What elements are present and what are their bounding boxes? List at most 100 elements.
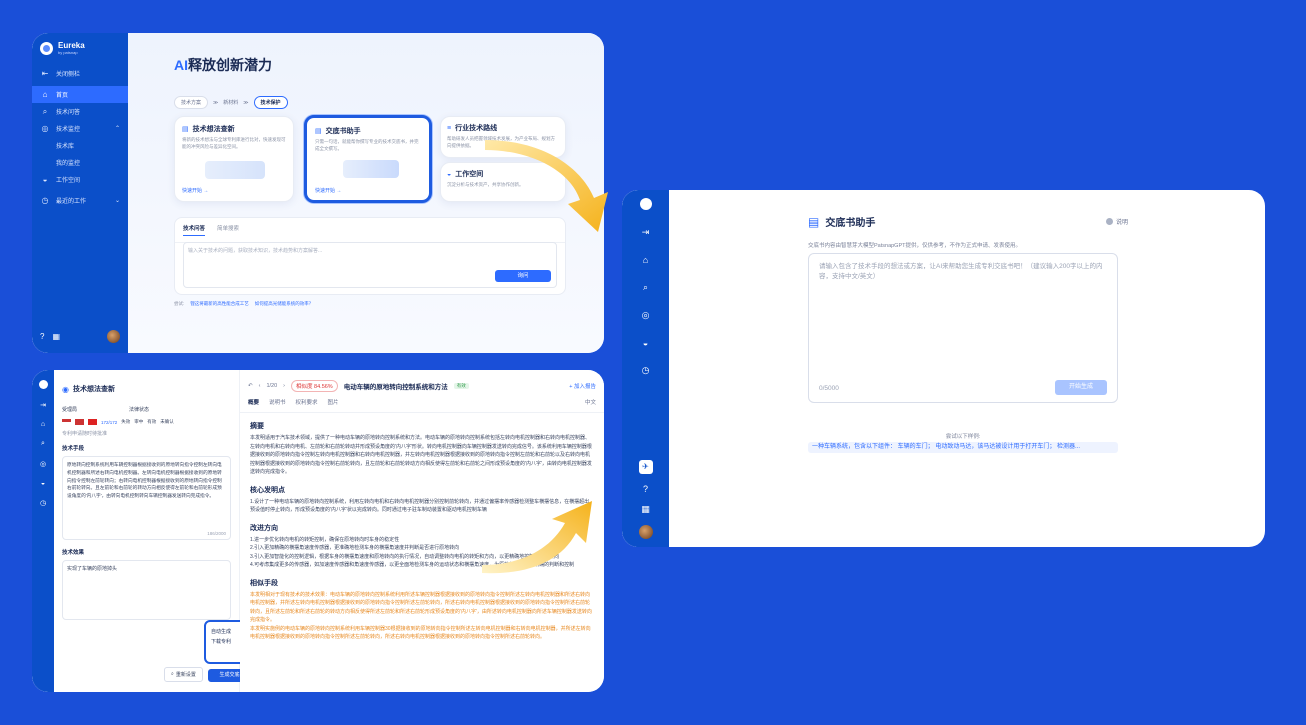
chevron-down-icon: ⌄: [114, 198, 120, 204]
flow-arrow-decoration: [485, 140, 608, 232]
page-headline: AI释放创新潜力: [174, 57, 272, 73]
tab-images[interactable]: 图片: [328, 398, 339, 406]
suggestions: 尝试: 锂这将最新的高性能合成工艺 如何提高光储能系统的效率？: [174, 301, 314, 307]
eureka-logo-icon: [40, 41, 53, 55]
similarity-badge: 相似度 84.56%: [291, 380, 338, 392]
step-sep-icon: ≫: [243, 99, 249, 106]
pin-icon[interactable]: ✈: [638, 460, 653, 474]
doc-title: 电动车辆的原地转向控制系统和方法: [343, 384, 448, 391]
collapse-icon: ⇤: [41, 69, 49, 78]
sidebar: Eureka by patsnap ⇤ 关闭侧栏 ⌂ 首页 ⌕ 技术问答 ◎ 技术监控 ⌃ …: [32, 33, 128, 353]
tech-input[interactable]: 原地转向控制系统利用车辆控制器根据接收到的原地转向指令控制左转向电机控制器和所述…: [62, 456, 231, 540]
ask-button[interactable]: 询问: [495, 270, 551, 282]
radar-icon[interactable]: ◎: [642, 310, 650, 321]
idea-check-title: 技术想法查新: [72, 386, 115, 393]
radar-icon[interactable]: ◎: [40, 460, 46, 468]
workspace-icon: ◒: [42, 175, 48, 184]
prev-icon[interactable]: ‹: [259, 383, 261, 389]
tab-claims[interactable]: 权利要求: [296, 398, 318, 406]
status-filters[interactable]: 172/172 失效 审中 有效 未确认: [54, 417, 239, 427]
sidebar-collapsed: ⇥ ⌂ ⌕ ◎ ◒ ◷ ✈ ? ▦: [622, 190, 669, 547]
tab-summary[interactable]: 概要: [248, 398, 259, 406]
help-icon[interactable]: ?: [40, 332, 44, 341]
generate-button[interactable]: 开始生成: [1055, 380, 1107, 395]
radar-icon: ◎: [41, 124, 49, 133]
home-icon[interactable]: ⌂: [643, 255, 648, 265]
step-breadcrumb: 技术方案 ≫ 新材料 ≫ 技术保护: [174, 96, 288, 109]
workspace-icon: ◒: [447, 170, 452, 178]
search-icon[interactable]: ⌕: [41, 440, 45, 448]
disclosure-illustration: [343, 160, 399, 178]
disclosure-card[interactable]: ▤ 交底书助手 只需一句话，就能帮你撰写专业的技术交底书，并完成全文撰写。 快速开…: [304, 115, 432, 203]
home-icon: ⌂: [42, 90, 48, 99]
apps-grid-icon[interactable]: ▦: [52, 332, 60, 341]
brand-name: Eureka: [58, 41, 85, 50]
try-label: 尝试以下样例:: [945, 434, 981, 440]
info-icon: [1105, 218, 1113, 225]
search-icon: ⌕: [171, 671, 174, 677]
disclosure-panel: ⇥ ⌂ ⌕ ◎ ◒ ◷ ✈ ? ▦ ▤ 交底书助手 说明 交底书内容由智慧芽大模…: [622, 190, 1265, 547]
tab-tech-qa[interactable]: 技术问答: [183, 224, 206, 236]
sidebar-item-home[interactable]: ⌂ 首页: [32, 86, 128, 103]
expand-sidebar-icon[interactable]: ⇥: [642, 227, 650, 238]
clock-icon[interactable]: ◷: [40, 499, 46, 507]
sidebar-item-recent[interactable]: ◷ 最近的工作 ⌄: [32, 192, 128, 209]
sidebar-item-monitor[interactable]: ◎ 技术监控 ⌃: [32, 120, 128, 137]
sidebar-item-techlib[interactable]: 技术库: [32, 137, 128, 154]
disclosure-title: 交底书助手: [825, 218, 876, 229]
sidebar-item-collapse[interactable]: ⇤ 关闭侧栏: [32, 65, 128, 82]
idea-check-card[interactable]: ▤ 技术想法查新 将新的技术想法与全球专利库进行比对，快速发现可能的冲突风险与差异…: [174, 116, 294, 202]
help-icon[interactable]: ?: [643, 484, 648, 494]
flag-us-icon: [62, 419, 71, 425]
clock-icon[interactable]: ◷: [642, 365, 650, 376]
flag-cn-icon: [88, 419, 97, 425]
next-icon[interactable]: ›: [283, 383, 285, 389]
sidebar-item-qa[interactable]: ⌕ 技术问答: [32, 103, 128, 120]
brand: Eureka by patsnap: [32, 33, 128, 65]
step-sep-icon: ≫: [213, 99, 219, 106]
flag-eu-icon: [75, 419, 84, 425]
idea-textarea[interactable]: 请输入包含了技术手段的想法或方案，让AI来帮助您生成专利交底书吧！（建议输入20…: [808, 253, 1118, 403]
expand-sidebar-icon[interactable]: ⇥: [40, 401, 46, 409]
search-icon[interactable]: ⌕: [643, 282, 648, 293]
reset-button[interactable]: ⌕ 重新设置: [164, 667, 203, 682]
document-icon: ▤: [315, 128, 322, 135]
tab-simple-search[interactable]: 简单搜索: [217, 224, 239, 236]
sidebar-item-mymonitor[interactable]: 我的监控: [32, 154, 128, 171]
char-counter: 0/5000: [819, 385, 839, 392]
apps-grid-icon[interactable]: ▦: [641, 504, 650, 515]
status-badge: 有效: [453, 383, 469, 389]
step-new-material[interactable]: 新材料: [223, 99, 238, 106]
add-report-button[interactable]: + 加入报告: [569, 382, 596, 390]
help-link[interactable]: 说明: [1105, 217, 1128, 226]
brand-sub: by patsnap: [58, 50, 78, 55]
language-select[interactable]: 中文: [585, 398, 596, 406]
example-chip[interactable]: 一种车辆系统，包含以下组件： 车辆的车门； 电动致动马达，该马达被设计用于打开车…: [808, 442, 1118, 453]
route-icon: ≡: [447, 124, 452, 132]
idea-start-link[interactable]: 快速开始 →: [182, 187, 208, 194]
notice-text: 交底书内容由智慧芽大模型PatsnapGPT提供，仅供参考，不作为正式申请、发表…: [808, 243, 1021, 249]
sidebar-item-workspace[interactable]: ◒ 工作空间: [32, 171, 128, 188]
search-icon: ⌕: [42, 106, 48, 116]
tab-specification[interactable]: 说明书: [269, 398, 286, 406]
workspace-icon[interactable]: ◒: [643, 338, 648, 348]
step-tech-protect[interactable]: 技术保护: [253, 96, 288, 109]
chevron-up-icon: ⌃: [114, 126, 120, 132]
document-icon: ▤: [808, 214, 820, 229]
suggestion-link[interactable]: 锂这将最新的高性能合成工艺: [190, 301, 249, 307]
back-icon[interactable]: ↶: [248, 383, 253, 389]
avatar[interactable]: [638, 525, 653, 539]
workspace-icon[interactable]: ◒: [41, 480, 45, 487]
home-icon[interactable]: ⌂: [41, 421, 45, 428]
effect-input[interactable]: 实现了车辆的原地掉头: [62, 560, 231, 620]
suggestion-link[interactable]: 如何提高光储能系统的效率？: [255, 301, 314, 307]
eureka-logo-icon: [639, 198, 652, 210]
clock-icon: ◷: [41, 196, 49, 205]
idea-illustration: [205, 161, 265, 179]
avatar[interactable]: [107, 330, 120, 343]
sidebar-collapsed: ⇥ ⌂ ⌕ ◎ ◒ ◷: [32, 370, 54, 692]
flow-arrow-decoration: [482, 501, 592, 574]
disclosure-header: ▤ 交底书助手: [808, 214, 876, 230]
disclosure-start-link[interactable]: 快速开始 →: [315, 187, 341, 194]
step-tech-plan[interactable]: 技术方案: [174, 96, 209, 109]
